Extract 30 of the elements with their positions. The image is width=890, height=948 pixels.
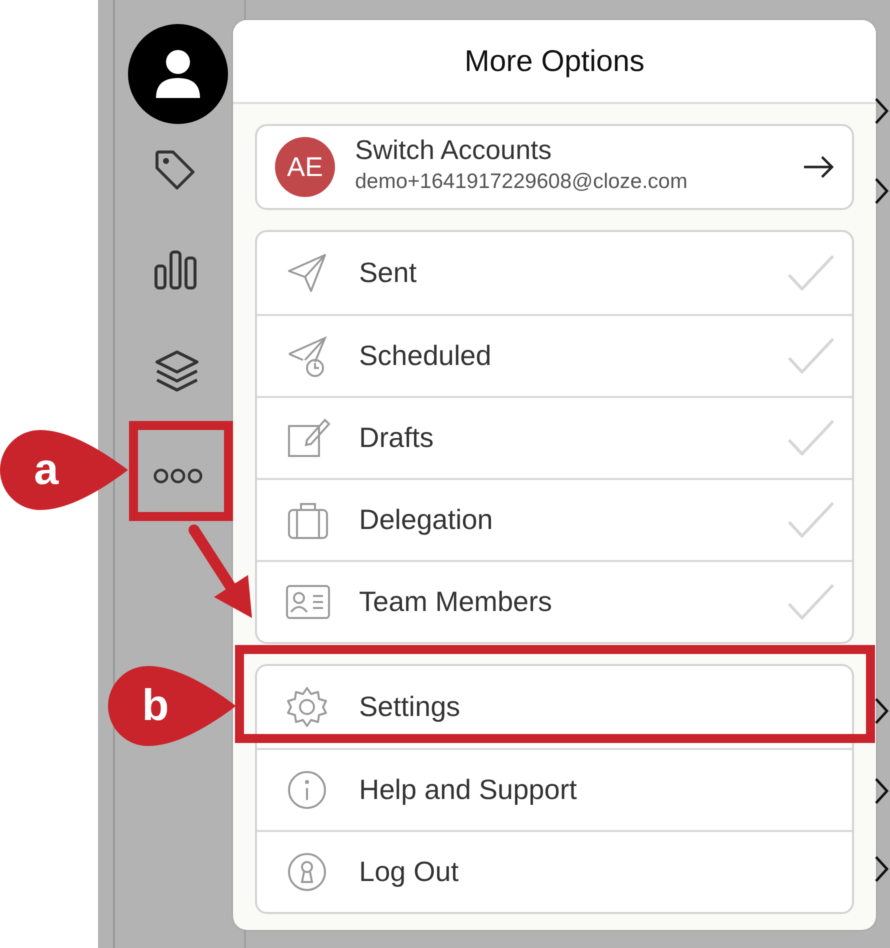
popup-title: More Options bbox=[464, 44, 645, 80]
account-avatar: AE bbox=[275, 137, 335, 197]
menu-item[interactable]: Log Out bbox=[257, 830, 852, 912]
menu-item[interactable]: Team Members bbox=[257, 560, 852, 642]
menu-item[interactable]: Drafts bbox=[257, 396, 852, 478]
person-icon bbox=[153, 48, 203, 100]
callout-label: b bbox=[142, 684, 169, 728]
chevron-icon bbox=[872, 854, 890, 884]
check-icon bbox=[786, 336, 836, 376]
arrow-right-icon bbox=[802, 155, 836, 179]
account-email: demo+1641917229608@cloze.com bbox=[355, 169, 688, 196]
tag-icon[interactable] bbox=[153, 148, 197, 192]
menu-item[interactable]: Scheduled bbox=[257, 314, 852, 396]
more-icon[interactable] bbox=[153, 468, 203, 484]
menu-item[interactable]: Help and Support bbox=[257, 748, 852, 830]
menu-item[interactable]: Settings bbox=[257, 666, 852, 748]
chevron-icon bbox=[872, 176, 890, 206]
check-icon bbox=[786, 582, 836, 622]
menu-item[interactable]: Delegation bbox=[257, 478, 852, 560]
switch-accounts-item[interactable]: AE Switch Accounts demo+1641917229608@cloze.com bbox=[257, 126, 852, 208]
check-icon bbox=[786, 418, 836, 458]
chevron-icon bbox=[872, 696, 890, 726]
chevron-icon bbox=[872, 96, 890, 126]
account-label: Switch Accounts bbox=[355, 136, 553, 166]
callout-label: a bbox=[34, 448, 58, 492]
menu-item[interactable]: Sent bbox=[257, 232, 852, 314]
check-icon bbox=[786, 500, 836, 540]
edit-icon bbox=[285, 416, 331, 460]
chevron-icon bbox=[872, 776, 890, 806]
check-icon bbox=[786, 253, 836, 293]
